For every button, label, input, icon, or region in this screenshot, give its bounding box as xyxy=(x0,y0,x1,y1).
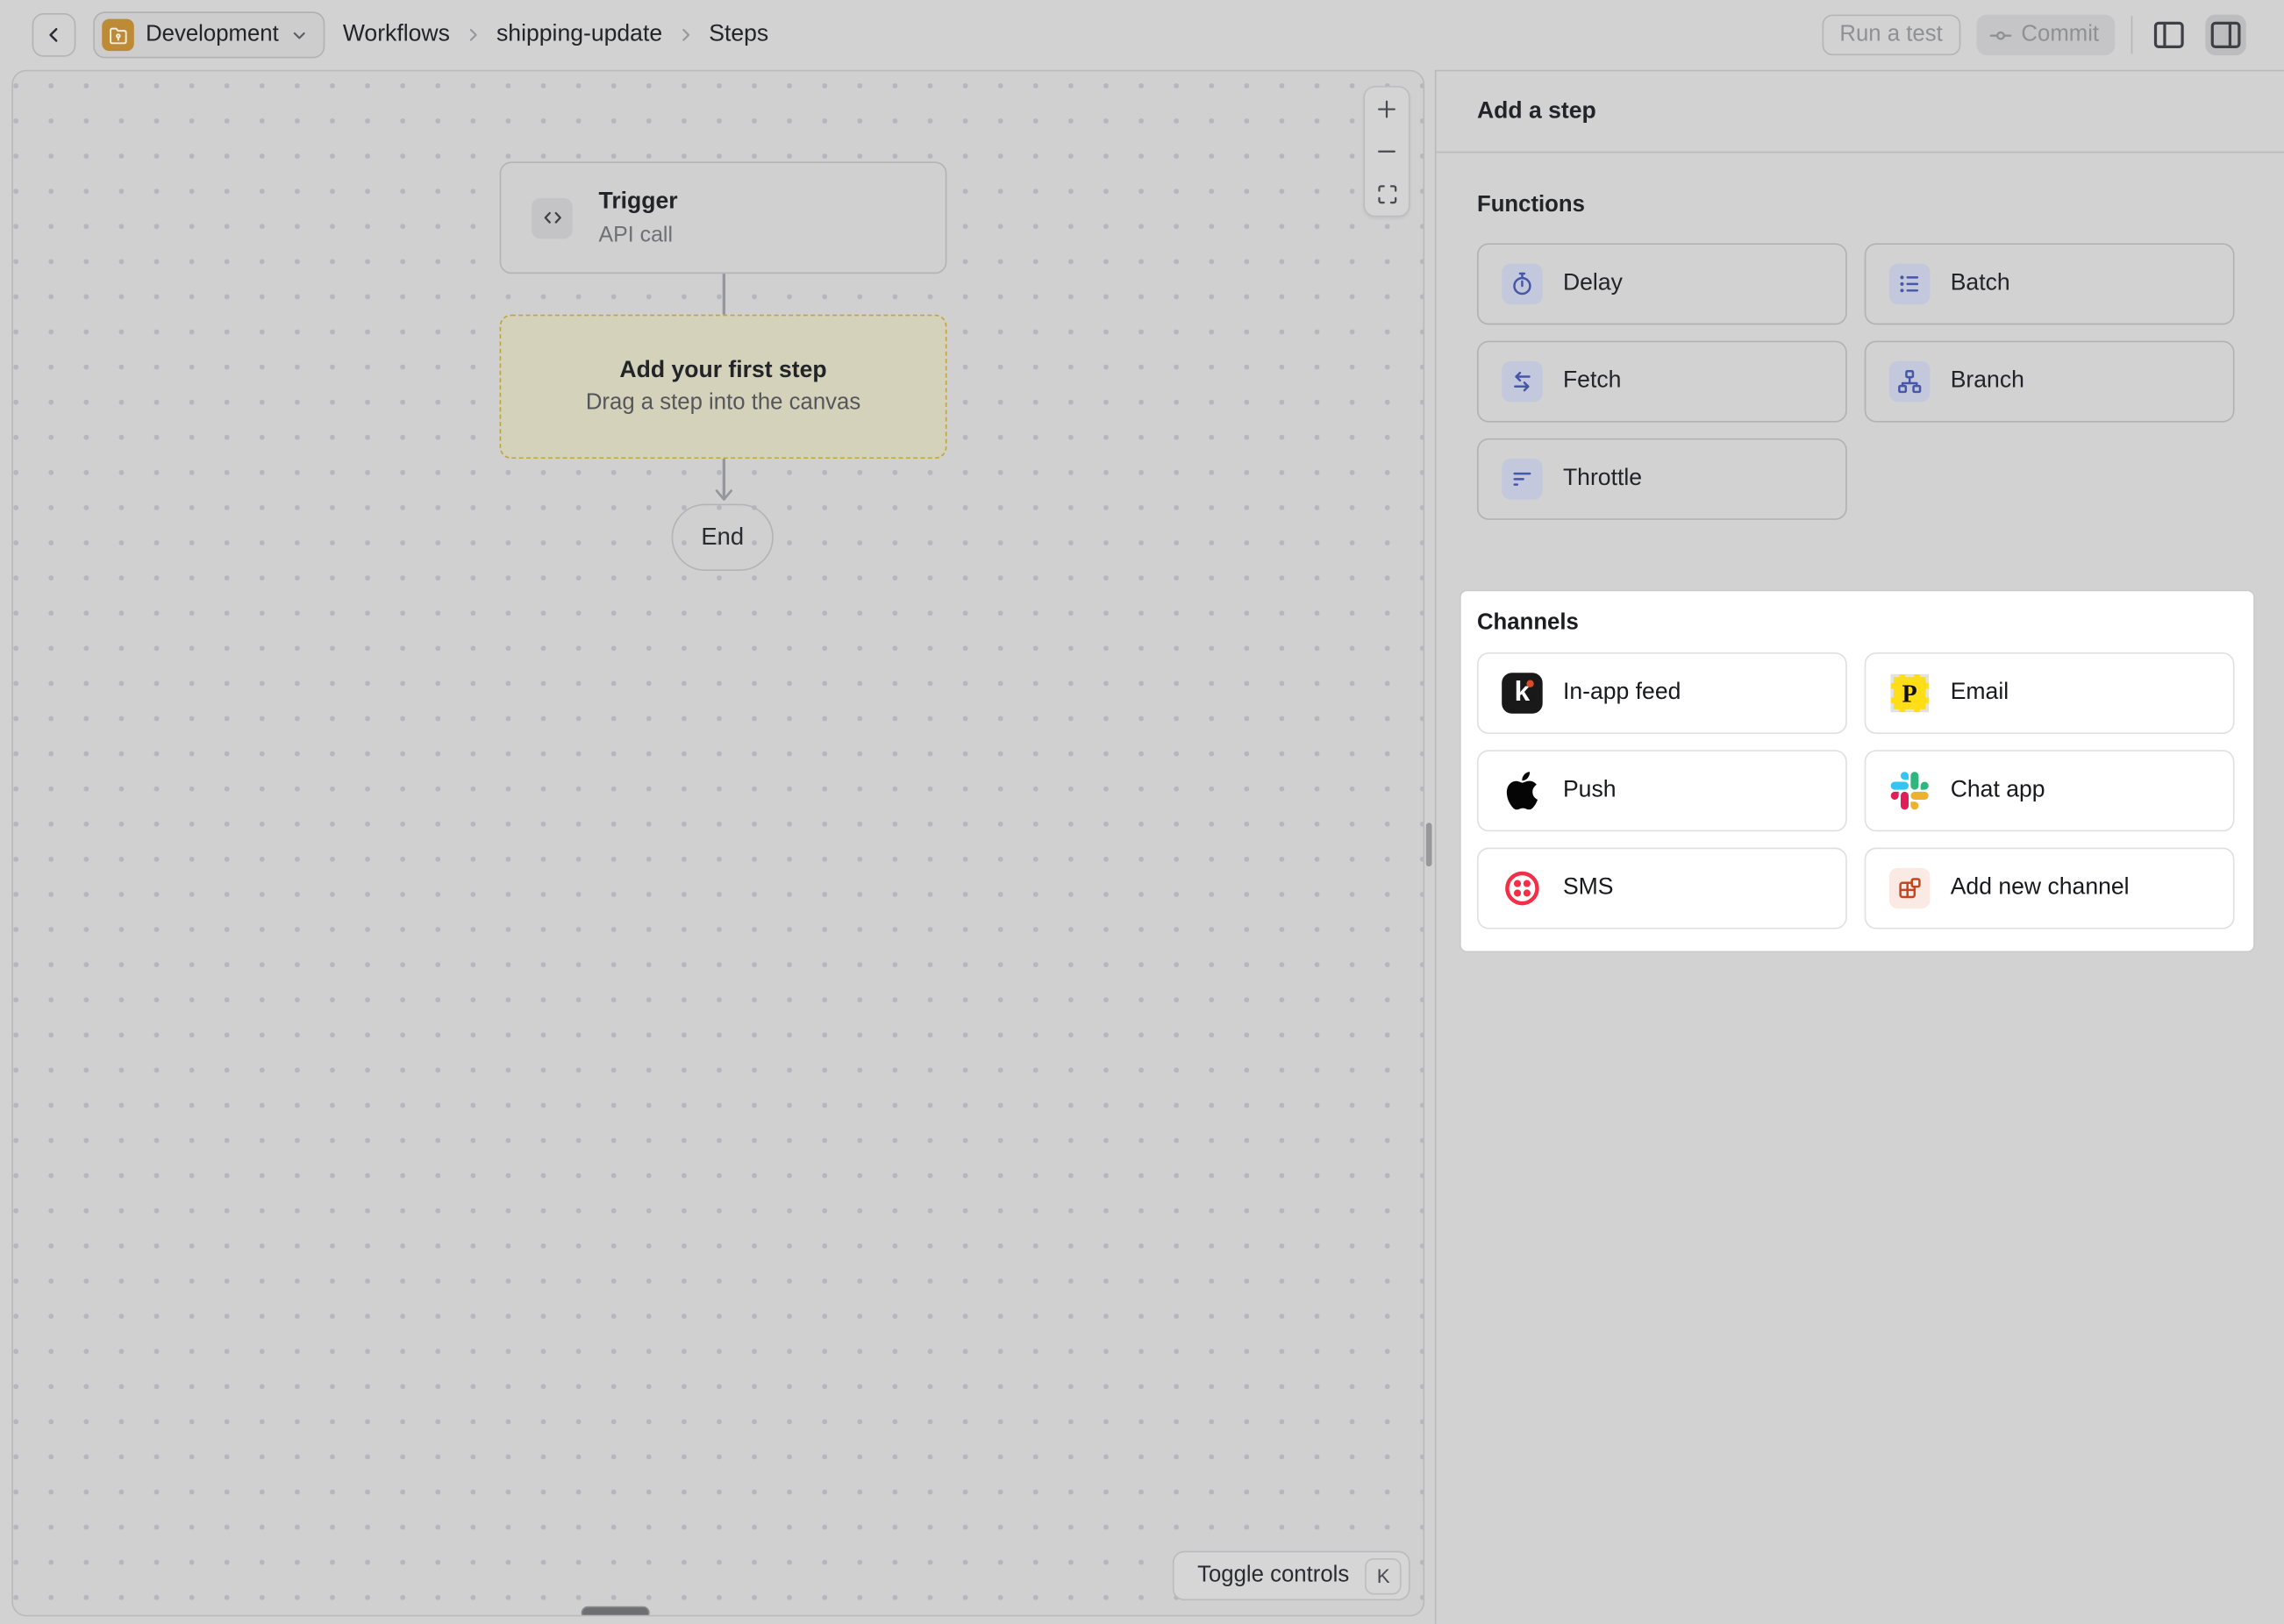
function-card-throttle[interactable]: Throttle xyxy=(1477,438,1847,520)
canvas-zoom-controls xyxy=(1363,86,1410,217)
twilio-logo-icon xyxy=(1502,868,1543,908)
top-bar: Development Workflows shipping-update St… xyxy=(0,0,2284,70)
dropzone-title: Add your first step xyxy=(619,358,826,384)
git-commit-icon xyxy=(1988,23,2012,47)
fit-view-icon xyxy=(1376,183,1398,205)
slack-logo-icon xyxy=(1889,771,1931,812)
stopwatch-icon xyxy=(1502,264,1543,305)
environment-folder-icon xyxy=(102,19,134,52)
channel-card-push[interactable]: Push xyxy=(1477,750,1847,831)
breadcrumb-steps: Steps xyxy=(709,22,768,48)
horizontal-scrollbar[interactable] xyxy=(582,1606,650,1617)
functions-section-label: Functions xyxy=(1477,192,1585,218)
chevron-right-icon xyxy=(463,25,483,45)
divider xyxy=(2131,16,2133,53)
toggle-controls-label: Toggle controls xyxy=(1197,1563,1349,1589)
end-label: End xyxy=(701,524,744,552)
chevron-right-icon xyxy=(675,25,696,45)
channel-card-add-new[interactable]: Add new channel xyxy=(1865,848,2235,930)
zoom-out-button[interactable] xyxy=(1367,131,1408,172)
channels-highlight-section: Channels k In-app feed P Email xyxy=(1461,591,2253,951)
topbar-actions: Run a test Commit xyxy=(1822,15,2245,55)
chevron-down-icon xyxy=(290,25,310,45)
keyboard-shortcut-badge: K xyxy=(1366,1557,1403,1594)
add-step-panel: Add a step Functions Delay Batch Fetch xyxy=(1435,70,2284,1624)
channel-card-chat-app[interactable]: Chat app xyxy=(1865,750,2235,831)
functions-grid: Delay Batch Fetch Branch xyxy=(1477,243,2235,520)
fit-view-button[interactable] xyxy=(1367,174,1408,215)
connector-line xyxy=(723,274,724,315)
toggle-controls-button[interactable]: Toggle controls K xyxy=(1173,1551,1410,1600)
back-button[interactable] xyxy=(32,13,76,57)
end-node[interactable]: End xyxy=(672,504,774,571)
dropzone-subtitle: Drag a step into the canvas xyxy=(586,389,860,416)
add-channel-icon xyxy=(1889,868,1931,908)
postmark-logo-icon: P xyxy=(1889,673,1931,714)
panel-right-icon xyxy=(2207,16,2245,53)
panel-left-icon xyxy=(2150,16,2188,53)
zoom-in-button[interactable] xyxy=(1367,89,1408,129)
function-card-delay[interactable]: Delay xyxy=(1477,243,1847,324)
trigger-node[interactable]: Trigger API call xyxy=(500,161,947,274)
function-card-branch[interactable]: Branch xyxy=(1865,341,2235,423)
trigger-title: Trigger xyxy=(599,184,678,220)
app-window: Development Workflows shipping-update St… xyxy=(0,0,2284,1624)
channel-card-sms[interactable]: SMS xyxy=(1477,848,1847,930)
breadcrumb-workflow-name[interactable]: shipping-update xyxy=(496,22,662,48)
run-a-test-button[interactable]: Run a test xyxy=(1822,15,1959,55)
knock-logo-icon: k xyxy=(1502,673,1543,714)
channels-section-label: Channels xyxy=(1477,610,1579,637)
chevron-left-icon xyxy=(42,24,66,47)
function-card-fetch[interactable]: Fetch xyxy=(1477,341,1847,423)
workflow-canvas[interactable]: Trigger API call Add your first step Dra… xyxy=(11,70,1424,1617)
plus-icon xyxy=(1375,97,1399,121)
channel-card-in-app-feed[interactable]: k In-app feed xyxy=(1477,652,1847,734)
breadcrumb-workflows[interactable]: Workflows xyxy=(343,22,450,48)
toggle-left-panel-button[interactable] xyxy=(2149,15,2190,55)
vertical-scrollbar[interactable] xyxy=(1426,823,1432,866)
add-first-step-dropzone[interactable]: Add your first step Drag a step into the… xyxy=(500,315,947,459)
apple-logo-icon xyxy=(1502,771,1543,812)
code-icon xyxy=(532,197,572,238)
panel-title: Add a step xyxy=(1436,71,2284,153)
trigger-subtitle: API call xyxy=(599,220,678,251)
swap-arrows-icon xyxy=(1502,361,1543,402)
environment-selector[interactable]: Development xyxy=(93,11,325,58)
toggle-right-panel-button[interactable] xyxy=(2205,15,2246,55)
environment-label: Development xyxy=(146,22,279,48)
commit-button[interactable]: Commit xyxy=(1976,15,2115,55)
filter-lines-icon xyxy=(1502,459,1543,500)
channels-grid: k In-app feed P Email Push xyxy=(1477,652,2235,930)
list-icon xyxy=(1889,264,1931,305)
sitemap-icon xyxy=(1889,361,1931,402)
minus-icon xyxy=(1375,139,1399,163)
breadcrumb: Workflows shipping-update Steps xyxy=(343,22,768,48)
function-card-batch[interactable]: Batch xyxy=(1865,243,2235,324)
channel-card-email[interactable]: P Email xyxy=(1865,652,2235,734)
